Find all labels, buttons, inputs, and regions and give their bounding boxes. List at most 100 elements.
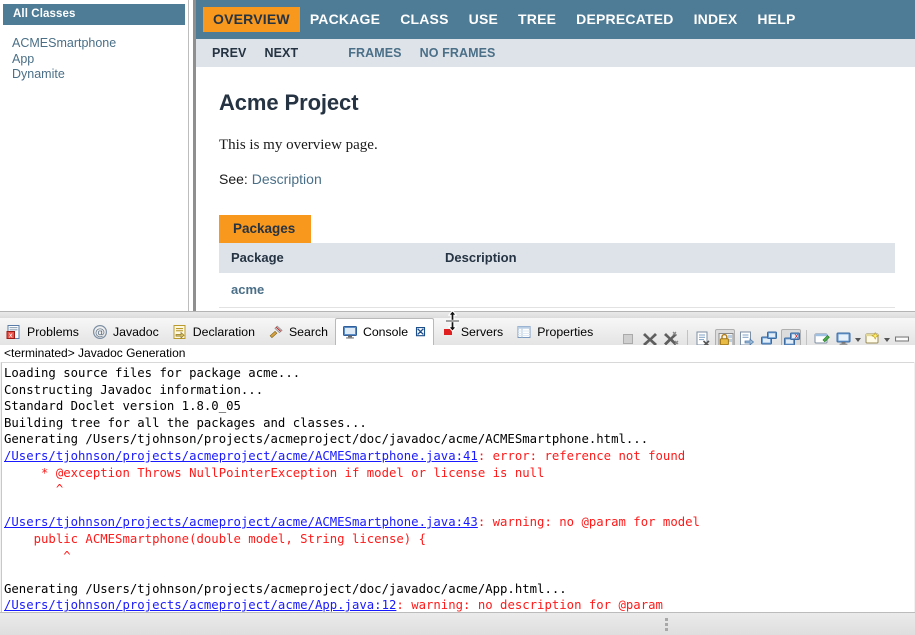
javadoc-top-navbar: OVERVIEW PACKAGE CLASS USE TREE DEPRECAT…	[196, 0, 915, 39]
console-line: Loading source files for package acme...	[4, 365, 914, 382]
nav-item-use[interactable]: USE	[459, 7, 508, 32]
tab-label: Properties	[537, 325, 593, 339]
properties-icon	[516, 324, 532, 340]
class-link-acmesmartphone[interactable]: ACMESmartphone	[12, 36, 116, 50]
console-line: Building tree for all the packages and c…	[4, 415, 914, 432]
tab-servers[interactable]: Servers	[434, 318, 510, 345]
no-frames-link[interactable]: NO FRAMES	[411, 46, 505, 60]
console-line: ^	[4, 548, 914, 565]
console-status-line: <terminated> Javadoc Generation	[0, 345, 915, 362]
javadoc-sub-navbar: PREV NEXT FRAMES NO FRAMES	[196, 39, 915, 67]
prev-link[interactable]: PREV	[203, 46, 255, 60]
all-classes-list: ACMESmartphone App Dynamite	[0, 25, 188, 83]
console-line	[4, 564, 914, 581]
console-text-segment: Constructing Javadoc information...	[4, 383, 263, 397]
console-text-segment: : warning: no @param for model	[478, 515, 700, 529]
view-tab-bar: x Problems @ Javadoc	[0, 318, 915, 345]
console-line: * @exception Throws NullPointerException…	[4, 465, 914, 482]
see-label: See:	[219, 171, 248, 187]
console-icon	[342, 324, 358, 340]
list-item[interactable]: Dynamite	[12, 67, 188, 83]
packages-table-wrapper: Packages Package Description acme	[219, 215, 895, 308]
table-row: acme	[219, 273, 895, 308]
tab-declaration[interactable]: Declaration	[166, 318, 262, 345]
console-line: /Users/tjohnson/projects/acmeproject/acm…	[4, 514, 914, 531]
packages-table: Package Description acme	[219, 243, 895, 308]
overview-description: This is my overview page.	[219, 137, 915, 154]
console-line: /Users/tjohnson/projects/acmeproject/acm…	[4, 448, 914, 465]
console-text-segment: Generating /Users/tjohnson/projects/acme…	[4, 582, 567, 596]
tab-label: Servers	[461, 325, 503, 339]
next-link[interactable]: NEXT	[255, 46, 307, 60]
overview-frame: OVERVIEW PACKAGE CLASS USE TREE DEPRECAT…	[196, 0, 915, 311]
console-line: Generating /Users/tjohnson/projects/acme…	[4, 431, 914, 448]
nav-item-tree[interactable]: TREE	[508, 7, 566, 32]
console-text-segment: * @exception Throws NullPointerException…	[4, 466, 544, 480]
all-classes-heading: All Classes	[3, 4, 185, 25]
console-file-link[interactable]: /Users/tjohnson/projects/acmeproject/acm…	[4, 598, 396, 612]
column-header-description: Description	[435, 243, 895, 273]
tab-label: Problems	[27, 325, 79, 339]
svg-text:x: x	[9, 331, 13, 339]
close-icon[interactable]: ☒	[415, 325, 426, 339]
class-link-dynamite[interactable]: Dynamite	[12, 67, 65, 81]
console-text-segment: Generating /Users/tjohnson/projects/acme…	[4, 432, 648, 446]
packages-table-body: acme	[219, 273, 895, 308]
drag-grip-handle[interactable]	[665, 618, 669, 631]
console-text-segment: ^	[4, 549, 71, 563]
overview-body: Acme Project This is my overview page. S…	[196, 90, 915, 308]
console-text-segment: Loading source files for package acme...	[4, 366, 300, 380]
tab-label: Declaration	[193, 325, 255, 339]
console-output-text[interactable]: Loading source files for package acme...…	[1, 362, 914, 635]
package-link-acme[interactable]: acme	[219, 273, 435, 308]
list-item[interactable]: App	[12, 52, 188, 68]
nav-item-class[interactable]: CLASS	[390, 7, 458, 32]
tab-search[interactable]: Search	[262, 318, 335, 345]
nav-item-index[interactable]: INDEX	[684, 7, 748, 32]
console-line	[4, 498, 914, 515]
console-text-segment: public ACMESmartphone(double model, Stri…	[4, 532, 426, 546]
all-classes-frame: All Classes ACMESmartphone App Dynamite	[0, 0, 189, 311]
tab-problems[interactable]: x Problems	[0, 318, 86, 345]
application-window: All Classes ACMESmartphone App Dynamite …	[0, 0, 915, 635]
declaration-icon	[172, 324, 188, 340]
console-line: ^	[4, 481, 914, 498]
bottom-trim-bar	[0, 612, 915, 635]
console-text-segment: : error: reference not found	[478, 449, 685, 463]
console-text-segment: ^	[4, 482, 63, 496]
see-line: See: Description	[219, 171, 915, 187]
description-link[interactable]: Description	[252, 171, 322, 187]
problems-icon: x	[6, 324, 22, 340]
column-header-package: Package	[219, 243, 435, 273]
console-text-segment: Standard Doclet version 1.8.0_05	[4, 399, 241, 413]
svg-text:@: @	[95, 327, 105, 338]
console-line: Generating /Users/tjohnson/projects/acme…	[4, 581, 914, 598]
view-sash[interactable]	[0, 311, 915, 318]
eclipse-console-view: x Problems @ Javadoc	[0, 311, 915, 635]
tab-label: Search	[289, 325, 328, 339]
nav-item-help[interactable]: HELP	[747, 7, 805, 32]
console-text-segment: : warning: no description for @param	[396, 598, 663, 612]
javadoc-nav-list: OVERVIEW PACKAGE CLASS USE TREE DEPRECAT…	[203, 7, 806, 32]
console-line: public ACMESmartphone(double model, Stri…	[4, 531, 914, 548]
list-item[interactable]: ACMESmartphone	[12, 36, 188, 52]
frames-group: FRAMES NO FRAMES	[339, 46, 504, 60]
console-file-link[interactable]: /Users/tjohnson/projects/acmeproject/acm…	[4, 449, 478, 463]
packages-table-caption: Packages	[219, 215, 311, 243]
tab-label: Javadoc	[113, 325, 159, 339]
svg-text:x: x	[794, 331, 799, 340]
nav-item-package[interactable]: PACKAGE	[300, 7, 390, 32]
tab-properties[interactable]: Properties	[510, 318, 600, 345]
package-description	[435, 273, 895, 308]
tab-javadoc[interactable]: @ Javadoc	[86, 318, 166, 345]
console-file-link[interactable]: /Users/tjohnson/projects/acmeproject/acm…	[4, 515, 478, 529]
nav-item-deprecated[interactable]: DEPRECATED	[566, 7, 683, 32]
console-text-segment: Building tree for all the packages and c…	[4, 416, 367, 430]
class-link-app[interactable]: App	[12, 52, 34, 66]
tab-label: Console	[363, 325, 408, 339]
frames-link[interactable]: FRAMES	[339, 46, 410, 60]
search-icon	[268, 324, 284, 340]
tab-console[interactable]: Console ☒	[335, 318, 434, 345]
nav-item-overview[interactable]: OVERVIEW	[203, 7, 300, 32]
console-line: Standard Doclet version 1.8.0_05	[4, 398, 914, 415]
